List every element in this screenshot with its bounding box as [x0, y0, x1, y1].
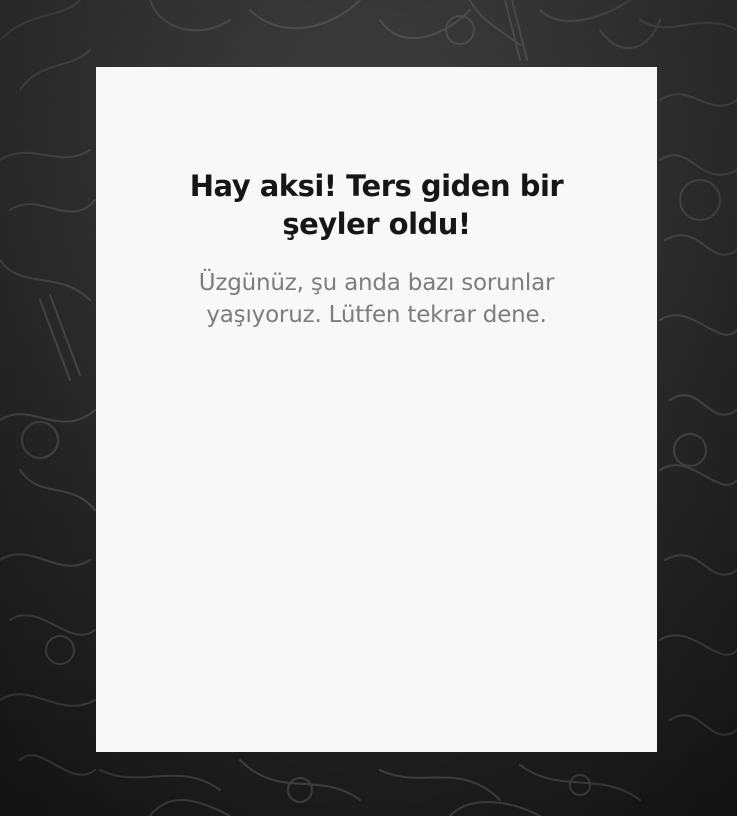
error-title: Hay aksi! Ters giden bir şeyler oldu! [189, 169, 564, 241]
error-card: Hay aksi! Ters giden bir şeyler oldu! Üz… [96, 67, 657, 752]
error-message: Üzgünüz, şu anda bazı sorunlar yaşıyoruz… [198, 270, 555, 328]
